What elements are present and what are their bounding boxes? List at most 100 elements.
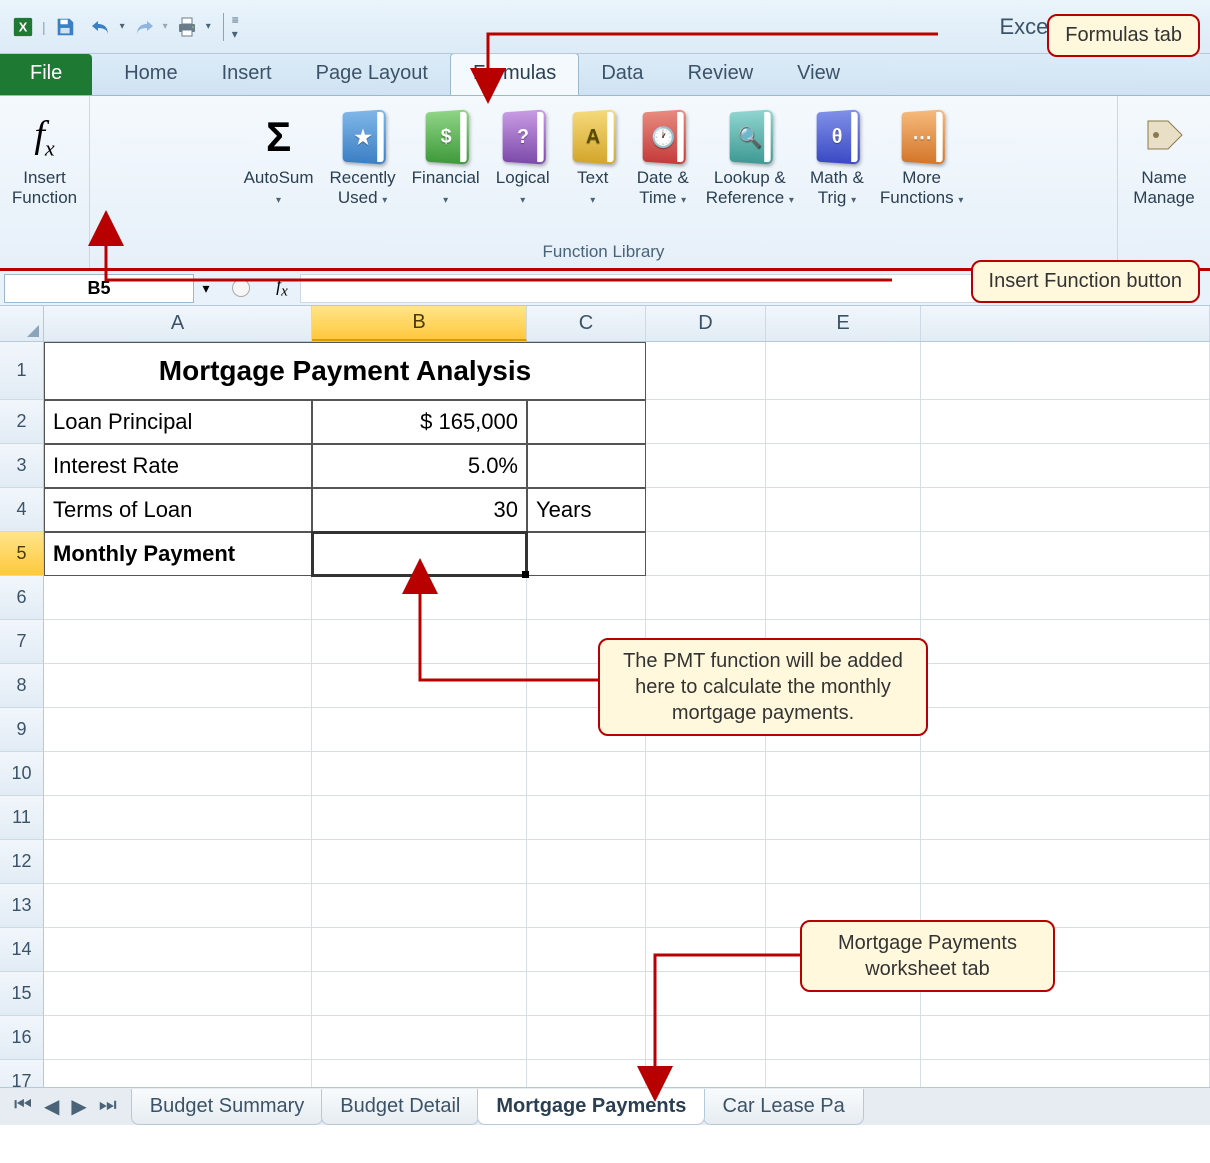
select-all-corner[interactable] — [0, 306, 44, 341]
cell-B9[interactable] — [312, 708, 527, 752]
col-header-A[interactable]: A — [44, 306, 312, 341]
redo-dropdown-icon[interactable]: ▾ — [163, 21, 168, 32]
cell-B16[interactable] — [312, 1016, 527, 1060]
cell-B7[interactable] — [312, 620, 527, 664]
cell-C13[interactable] — [527, 884, 646, 928]
cell-D5[interactable] — [646, 532, 766, 576]
quick-print-icon[interactable] — [170, 10, 204, 44]
cell-C16[interactable] — [527, 1016, 646, 1060]
more-functions-button[interactable]: ⋯ More Functions ▾ — [872, 102, 971, 211]
cell-E5[interactable] — [766, 532, 921, 576]
cell-C15[interactable] — [527, 972, 646, 1016]
cell-C6[interactable] — [527, 576, 646, 620]
cell-A15[interactable] — [44, 972, 312, 1016]
cell-A3[interactable]: Interest Rate — [44, 444, 312, 488]
row-header-3[interactable]: 3 — [0, 444, 44, 488]
cell-A8[interactable] — [44, 664, 312, 708]
cell-pad11[interactable] — [921, 796, 1210, 840]
cell-D16[interactable] — [646, 1016, 766, 1060]
row-header-4[interactable]: 4 — [0, 488, 44, 532]
cell-E11[interactable] — [766, 796, 921, 840]
cell-B4[interactable]: 30 — [312, 488, 527, 532]
tab-formulas[interactable]: Formulas — [450, 53, 579, 95]
cell-A12[interactable] — [44, 840, 312, 884]
cell-E3[interactable] — [766, 444, 921, 488]
cell-E4[interactable] — [766, 488, 921, 532]
cell-pad5[interactable] — [921, 532, 1210, 576]
row-header-10[interactable]: 10 — [0, 752, 44, 796]
undo-icon[interactable] — [84, 10, 118, 44]
cell-pad12[interactable] — [921, 840, 1210, 884]
cell-pad7[interactable] — [921, 620, 1210, 664]
cell-pad6[interactable] — [921, 576, 1210, 620]
qat-customize-icon[interactable]: ≡▾ — [223, 13, 239, 41]
autosum-button[interactable]: Σ AutoSum▾ — [236, 102, 322, 211]
sheet-nav-last-icon[interactable]: ⏭ — [95, 1092, 121, 1121]
row-header-16[interactable]: 16 — [0, 1016, 44, 1060]
lookup-reference-button[interactable]: 🔍 Lookup & Reference ▾ — [698, 102, 802, 211]
cell-D6[interactable] — [646, 576, 766, 620]
cell-A13[interactable] — [44, 884, 312, 928]
cell-C11[interactable] — [527, 796, 646, 840]
cell-A9[interactable] — [44, 708, 312, 752]
cell-A5[interactable]: Monthly Payment — [44, 532, 312, 576]
cell-E12[interactable] — [766, 840, 921, 884]
logical-button[interactable]: ? Logical▾ — [488, 102, 558, 211]
cell-pad2[interactable] — [921, 400, 1210, 444]
cell-D1[interactable] — [646, 342, 766, 400]
cell-D15[interactable] — [646, 972, 766, 1016]
row-header-11[interactable]: 11 — [0, 796, 44, 840]
cell-A11[interactable] — [44, 796, 312, 840]
cell-D3[interactable] — [646, 444, 766, 488]
col-header-D[interactable]: D — [646, 306, 766, 341]
cell-C3[interactable] — [527, 444, 646, 488]
row-header-14[interactable]: 14 — [0, 928, 44, 972]
row-header-15[interactable]: 15 — [0, 972, 44, 1016]
cell-A4[interactable]: Terms of Loan — [44, 488, 312, 532]
row-header-13[interactable]: 13 — [0, 884, 44, 928]
text-button[interactable]: A Text▾ — [558, 102, 628, 211]
sheet-tab-budget-detail[interactable]: Budget Detail — [321, 1089, 479, 1125]
cell-E16[interactable] — [766, 1016, 921, 1060]
row-header-2[interactable]: 2 — [0, 400, 44, 444]
redo-icon[interactable] — [127, 10, 161, 44]
name-box-dropdown-icon[interactable]: ▾ — [194, 280, 218, 297]
sheet-tab-budget-summary[interactable]: Budget Summary — [131, 1089, 324, 1125]
save-icon[interactable] — [48, 10, 82, 44]
cell-A10[interactable] — [44, 752, 312, 796]
row-header-5[interactable]: 5 — [0, 532, 44, 576]
cell-B6[interactable] — [312, 576, 527, 620]
cell-A16[interactable] — [44, 1016, 312, 1060]
excel-icon[interactable]: X — [6, 10, 40, 44]
cell-D2[interactable] — [646, 400, 766, 444]
cell-B10[interactable] — [312, 752, 527, 796]
cell-B11[interactable] — [312, 796, 527, 840]
row-header-8[interactable]: 8 — [0, 664, 44, 708]
cell-D14[interactable] — [646, 928, 766, 972]
cell-title[interactable]: Mortgage Payment Analysis — [44, 342, 646, 400]
print-dropdown-icon[interactable]: ▾ — [206, 21, 211, 32]
sheet-nav-next-icon[interactable]: ▶ — [67, 1092, 90, 1121]
date-time-button[interactable]: 🕐 Date & Time ▾ — [628, 102, 698, 211]
cell-A2[interactable]: Loan Principal — [44, 400, 312, 444]
cell-pad4[interactable] — [921, 488, 1210, 532]
sheet-nav-prev-icon[interactable]: ◀ — [40, 1092, 63, 1121]
cell-B8[interactable] — [312, 664, 527, 708]
sheet-nav-first-icon[interactable]: ⏮ — [10, 1092, 36, 1121]
col-header-B[interactable]: B — [312, 306, 527, 341]
cell-E2[interactable] — [766, 400, 921, 444]
cell-pad10[interactable] — [921, 752, 1210, 796]
cell-pad1[interactable] — [921, 342, 1210, 400]
cell-pad3[interactable] — [921, 444, 1210, 488]
name-manager-button[interactable]: Name Manage — [1125, 102, 1202, 211]
sheet-tab-car-lease[interactable]: Car Lease Pa — [703, 1089, 863, 1125]
sheet-tab-mortgage-payments[interactable]: Mortgage Payments — [477, 1089, 705, 1125]
tab-insert[interactable]: Insert — [200, 54, 294, 95]
cell-A14[interactable] — [44, 928, 312, 972]
name-box[interactable]: B5 — [4, 274, 194, 303]
undo-dropdown-icon[interactable]: ▾ — [120, 21, 125, 32]
cell-pad8[interactable] — [921, 664, 1210, 708]
cell-C10[interactable] — [527, 752, 646, 796]
cell-B14[interactable] — [312, 928, 527, 972]
tab-data[interactable]: Data — [579, 54, 665, 95]
